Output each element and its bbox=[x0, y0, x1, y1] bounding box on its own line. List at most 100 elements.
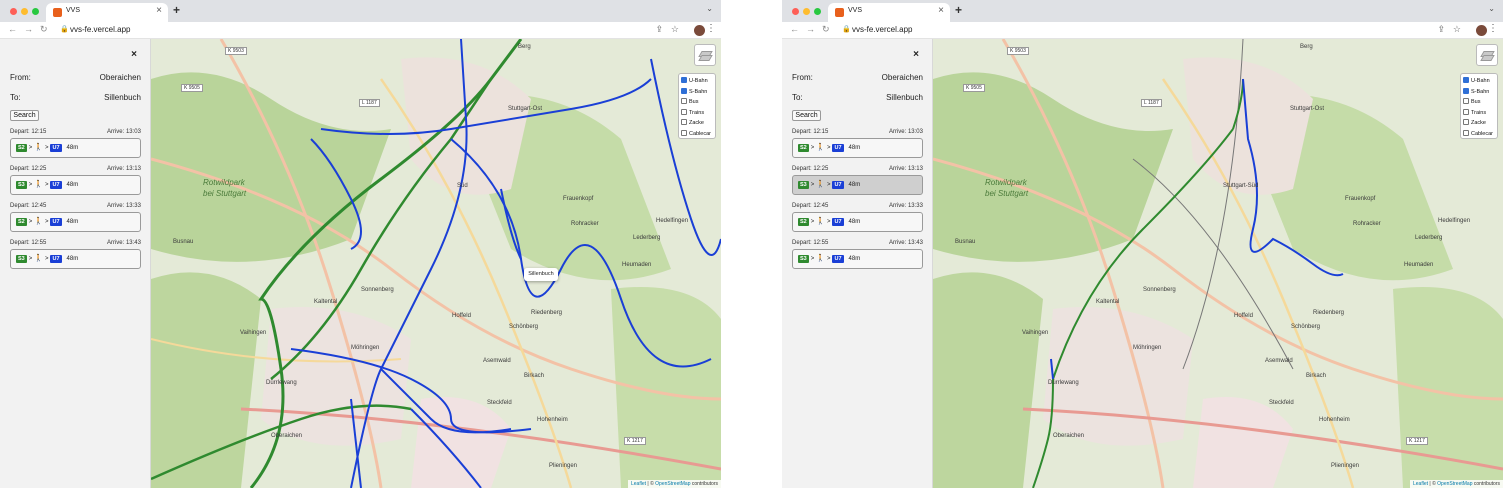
trip-card[interactable]: S2 > 🚶 > U7 48m bbox=[792, 138, 923, 158]
tab-search-icon[interactable]: ⌄ bbox=[1488, 4, 1495, 13]
trip-card[interactable]: S2 > 🚶 > U7 48m bbox=[10, 138, 141, 158]
layer-option-trains[interactable]: Trains bbox=[1463, 108, 1495, 119]
walk-icon: 🚶 bbox=[34, 181, 43, 188]
map-label-schonberg: Schönberg bbox=[509, 324, 539, 330]
menu-kebab-icon[interactable]: ⋮ bbox=[1488, 23, 1498, 34]
tab-bar: VVS × + ⌄ bbox=[782, 0, 1503, 22]
cablecar-checkbox[interactable] bbox=[1463, 129, 1469, 136]
minimize-window-icon[interactable] bbox=[803, 8, 810, 15]
close-window-icon[interactable] bbox=[792, 8, 799, 15]
address-bar[interactable]: vvs-fe.vercel.app bbox=[852, 25, 912, 34]
bookmark-star-icon[interactable]: ☆ bbox=[671, 24, 679, 35]
layer-option-cablecar[interactable]: Cablecar bbox=[1463, 129, 1495, 140]
bus-checkbox[interactable] bbox=[681, 98, 687, 104]
tab-search-icon[interactable]: ⌄ bbox=[706, 4, 713, 13]
search-button[interactable]: Search bbox=[792, 110, 821, 121]
trip-card[interactable]: S2 > 🚶 > U7 48m bbox=[10, 212, 141, 232]
map-label-busnau: Busnau bbox=[955, 239, 976, 245]
tab-close-icon[interactable]: × bbox=[156, 5, 162, 16]
walk-icon: 🚶 bbox=[34, 218, 43, 225]
menu-kebab-icon[interactable]: ⋮ bbox=[706, 23, 716, 34]
road-ref-k9503: K 9503 bbox=[1007, 47, 1029, 55]
trip-card[interactable]: S2 > 🚶 > U7 48m bbox=[792, 212, 923, 232]
profile-avatar[interactable] bbox=[1476, 25, 1487, 36]
map-label-hoffeld: Hoffeld bbox=[452, 313, 471, 319]
profile-avatar[interactable] bbox=[694, 25, 705, 36]
osm-link[interactable]: OpenStreetMap bbox=[1437, 481, 1472, 487]
close-sidebar-icon[interactable]: × bbox=[131, 49, 137, 60]
forward-icon[interactable]: → bbox=[24, 24, 33, 34]
back-icon[interactable]: ← bbox=[790, 24, 799, 34]
tab-close-icon[interactable]: × bbox=[938, 5, 944, 16]
trip-option[interactable]: Depart: 12:15 Arrive: 13:03 S2 > 🚶 > U7 48m bbox=[792, 129, 923, 159]
from-value[interactable]: Oberaichen bbox=[100, 73, 141, 82]
trains-checkbox[interactable] bbox=[1463, 108, 1469, 115]
leaflet-link[interactable]: Leaflet bbox=[631, 481, 646, 487]
layer-option-u-bahn[interactable]: U-Bahn bbox=[681, 76, 713, 87]
close-sidebar-icon[interactable]: × bbox=[913, 49, 919, 60]
to-row[interactable]: To: Sillenbuch bbox=[792, 93, 923, 105]
maximize-window-icon[interactable] bbox=[814, 8, 821, 15]
trip-card[interactable]: S3 > 🚶 > U7 48m bbox=[792, 249, 923, 269]
share-icon[interactable]: ⇪ bbox=[655, 24, 663, 35]
layer-option-trains[interactable]: Trains bbox=[681, 108, 713, 119]
back-icon[interactable]: ← bbox=[8, 24, 17, 34]
trip-option[interactable]: Depart: 12:25 Arrive: 13:13 S3 > 🚶 > U7 48m bbox=[792, 166, 923, 196]
s-bahn-checkbox[interactable] bbox=[1463, 87, 1469, 94]
trip-card[interactable]: S3 > 🚶 > U7 48m bbox=[10, 175, 141, 195]
leaflet-link[interactable]: Leaflet bbox=[1413, 481, 1428, 487]
trip-option[interactable]: Depart: 12:15 Arrive: 13:03 S2 > 🚶 > U7 48m bbox=[10, 129, 141, 159]
trip-option[interactable]: Depart: 12:55 Arrive: 13:43 S3 > 🚶 > U7 48m bbox=[792, 240, 923, 270]
trip-option[interactable]: Depart: 12:45 Arrive: 13:33 S2 > 🚶 > U7 48m bbox=[10, 203, 141, 233]
minimize-window-icon[interactable] bbox=[21, 8, 28, 15]
reload-icon[interactable]: ↻ bbox=[40, 24, 48, 35]
new-tab-icon[interactable]: + bbox=[955, 3, 962, 17]
zacke-checkbox[interactable] bbox=[1463, 119, 1469, 125]
layer-option-zacke[interactable]: Zacke bbox=[681, 118, 713, 129]
to-value[interactable]: Sillenbuch bbox=[104, 93, 141, 102]
share-icon[interactable]: ⇪ bbox=[1437, 24, 1445, 35]
layer-option-bus[interactable]: Bus bbox=[1463, 97, 1495, 108]
layers-control-icon[interactable] bbox=[694, 44, 716, 66]
bookmark-star-icon[interactable]: ☆ bbox=[1453, 24, 1461, 35]
bus-checkbox[interactable] bbox=[1463, 98, 1469, 104]
layer-option-s-bahn[interactable]: S-Bahn bbox=[1463, 87, 1495, 98]
from-row[interactable]: From: Oberaichen bbox=[792, 73, 923, 85]
osm-link[interactable]: OpenStreetMap bbox=[655, 481, 690, 487]
zacke-checkbox[interactable] bbox=[681, 119, 687, 125]
from-value[interactable]: Oberaichen bbox=[882, 73, 923, 82]
trip-card[interactable]: S3 > 🚶 > U7 48m bbox=[792, 175, 923, 195]
browser-tab[interactable]: VVS × bbox=[828, 3, 950, 22]
reload-icon[interactable]: ↻ bbox=[822, 24, 830, 35]
from-row[interactable]: From: Oberaichen bbox=[10, 73, 141, 85]
to-value[interactable]: Sillenbuch bbox=[886, 93, 923, 102]
u-bahn-checkbox[interactable] bbox=[681, 77, 687, 83]
browser-tab[interactable]: VVS × bbox=[46, 3, 168, 22]
layer-option-s-bahn[interactable]: S-Bahn bbox=[681, 87, 713, 98]
trip-card[interactable]: S3 > 🚶 > U7 48m bbox=[10, 249, 141, 269]
layers-control-icon[interactable] bbox=[1476, 44, 1498, 66]
maximize-window-icon[interactable] bbox=[32, 8, 39, 15]
address-bar[interactable]: vvs-fe.vercel.app bbox=[70, 25, 130, 34]
layer-option-u-bahn[interactable]: U-Bahn bbox=[1463, 76, 1495, 87]
transit-map[interactable]: Berg Stuttgart-Ost Süd Rotwildpark bei S… bbox=[151, 39, 721, 488]
layer-option-bus[interactable]: Bus bbox=[681, 97, 713, 108]
trip-option[interactable]: Depart: 12:45 Arrive: 13:33 S2 > 🚶 > U7 48m bbox=[792, 203, 923, 233]
search-button[interactable]: Search bbox=[10, 110, 39, 121]
forward-icon[interactable]: → bbox=[806, 24, 815, 34]
trains-checkbox[interactable] bbox=[681, 108, 687, 115]
u-bahn-checkbox[interactable] bbox=[1463, 77, 1469, 83]
chevron-right-icon: > bbox=[810, 182, 815, 188]
map-label-sud: Stuttgart-Süd bbox=[1223, 183, 1259, 189]
layer-option-zacke[interactable]: Zacke bbox=[1463, 118, 1495, 129]
trip-times: Depart: 12:45 Arrive: 13:33 bbox=[792, 203, 923, 211]
s-bahn-checkbox[interactable] bbox=[681, 87, 687, 94]
cablecar-checkbox[interactable] bbox=[681, 129, 687, 136]
trip-option[interactable]: Depart: 12:55 Arrive: 13:43 S3 > 🚶 > U7 48m bbox=[10, 240, 141, 270]
trip-option[interactable]: Depart: 12:25 Arrive: 13:13 S3 > 🚶 > U7 48m bbox=[10, 166, 141, 196]
transit-map[interactable]: Berg Stuttgart-Ost Stuttgart-Süd Rotwild… bbox=[933, 39, 1503, 488]
new-tab-icon[interactable]: + bbox=[173, 3, 180, 17]
close-window-icon[interactable] bbox=[10, 8, 17, 15]
layer-option-cablecar[interactable]: Cablecar bbox=[681, 129, 713, 140]
to-row[interactable]: To: Sillenbuch bbox=[10, 93, 141, 105]
